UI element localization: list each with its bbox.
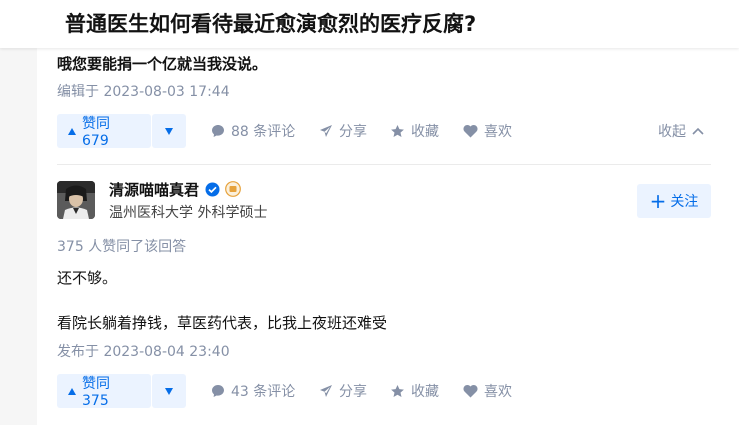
author-avatar[interactable]	[57, 181, 95, 219]
favorite-button[interactable]: 收藏	[390, 114, 439, 148]
comment-icon	[212, 125, 224, 137]
verified-badge-icon	[205, 182, 220, 201]
like-label: 喜欢	[484, 384, 512, 400]
like-button[interactable]: 喜欢	[463, 374, 512, 408]
downvote-arrow-icon	[165, 387, 173, 395]
edit-timestamp[interactable]: 编辑于 2023-08-03 17:44	[57, 82, 230, 102]
collapse-label: 收起	[658, 124, 686, 140]
avatar-image	[57, 181, 95, 219]
star-icon	[391, 384, 404, 397]
follow-button[interactable]: + 关注	[637, 184, 711, 218]
downvote-arrow-icon	[165, 127, 173, 135]
share-icon	[320, 385, 332, 397]
question-header: 普通医生如何看待最近愈演愈烈的医疗反腐?	[0, 0, 739, 48]
downvote-button[interactable]	[152, 114, 186, 148]
follow-label: 关注	[670, 194, 699, 210]
favorite-button[interactable]: 收藏	[390, 374, 439, 408]
upvote-button[interactable]: 赞同 375	[57, 374, 151, 409]
question-title[interactable]: 普通医生如何看待最近愈演愈烈的医疗反腐?	[65, 10, 476, 38]
downvote-button[interactable]	[152, 374, 186, 408]
comments-button[interactable]: 88 条评论	[211, 114, 295, 148]
comments-label: 43 条评论	[231, 384, 296, 400]
upvote-label: 赞同 679	[82, 116, 110, 149]
answer-list-card: 哦您要能捐一个亿就当我没说。 编辑于 2023-08-03 17:44 赞同 6…	[37, 48, 739, 425]
favorite-label: 收藏	[411, 124, 439, 140]
chevron-up-icon	[692, 127, 704, 135]
upvote-label: 赞同 375	[82, 376, 110, 409]
like-button[interactable]: 喜欢	[463, 114, 512, 148]
heart-icon	[463, 384, 478, 398]
share-button[interactable]: 分享	[319, 374, 367, 408]
upvote-button[interactable]: 赞同 679	[57, 114, 151, 149]
upvote-arrow-icon	[68, 387, 76, 395]
share-label: 分享	[339, 124, 367, 140]
author-name[interactable]: 清源喵喵真君	[109, 179, 199, 200]
star-icon	[391, 124, 404, 137]
comments-button[interactable]: 43 条评论	[211, 374, 295, 408]
comments-label: 88 条评论	[231, 124, 296, 140]
share-button[interactable]: 分享	[319, 114, 367, 148]
like-label: 喜欢	[484, 124, 512, 140]
answer-paragraph: 还不够。	[57, 269, 118, 287]
answer-divider	[57, 164, 711, 165]
upvote-arrow-icon	[68, 127, 76, 135]
collapse-button[interactable]: 收起	[658, 114, 704, 148]
comment-icon	[212, 385, 224, 397]
answer-text-line: 哦您要能捐一个亿就当我没说。	[57, 55, 268, 73]
plus-icon: +	[649, 189, 667, 213]
heart-icon	[463, 124, 478, 138]
share-label: 分享	[339, 384, 367, 400]
share-icon	[320, 125, 332, 137]
author-headline: 温州医科大学 外科学硕士	[109, 205, 268, 221]
answer-paragraph: 看院长躺着挣钱，草医药代表，比我上夜班还难受	[57, 314, 388, 332]
publish-timestamp[interactable]: 发布于 2023-08-04 23:40	[57, 342, 230, 362]
favorite-label: 收藏	[411, 384, 439, 400]
creator-badge-icon	[225, 181, 241, 201]
agree-count: 375 人赞同了该回答	[57, 239, 187, 255]
